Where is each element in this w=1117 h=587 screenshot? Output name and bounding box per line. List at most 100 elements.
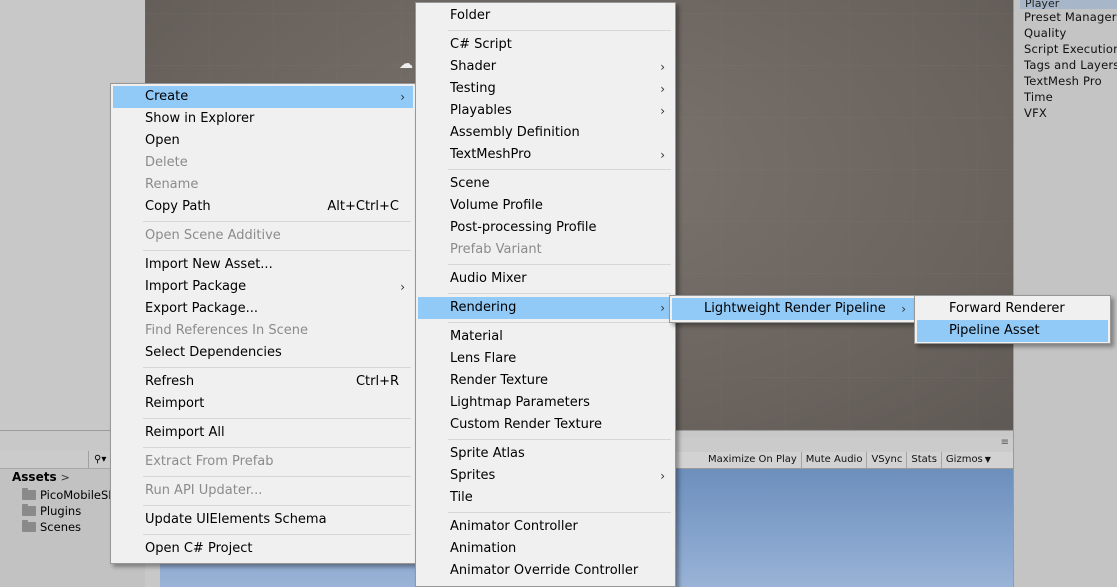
settings-item-player[interactable]: Player xyxy=(1020,0,1117,9)
menu-item-forward-renderer[interactable]: Forward Renderer xyxy=(917,298,1108,320)
menu-separator xyxy=(143,367,411,368)
shortcut-label: Alt+Ctrl+C xyxy=(327,199,399,214)
menu-separator xyxy=(448,30,671,31)
menu-item-update-uielements-schema[interactable]: Update UIElements Schema xyxy=(113,509,413,531)
menu-item-label: Create xyxy=(145,89,189,104)
menu-item-label: TextMeshPro xyxy=(450,147,532,162)
menu-item-rename: Rename xyxy=(145,177,199,192)
menu-item-playables[interactable]: Playables › xyxy=(418,100,673,122)
menu-item-select-dependencies[interactable]: Select Dependencies xyxy=(113,342,413,364)
gizmos-label: Gizmos xyxy=(945,453,983,465)
folder-label: Scenes xyxy=(40,520,82,534)
menu-item-testing[interactable]: Testing › xyxy=(418,78,673,100)
menu-item-run-api-updater: Run API Updater... xyxy=(145,483,263,498)
settings-list: Preset Manager Quality Script Execution … xyxy=(1014,9,1117,121)
menu-item-material[interactable]: Material xyxy=(418,326,673,348)
menu-item-audio-mixer[interactable]: Audio Mixer xyxy=(418,268,673,290)
menu-item-open-scene-additive: Open Scene Additive xyxy=(145,228,281,243)
menu-item-postprocessing-profile[interactable]: Post-processing Profile xyxy=(418,217,673,239)
menu-item-render-texture[interactable]: Render Texture xyxy=(418,370,673,392)
menu-item-import-new-asset[interactable]: Import New Asset... xyxy=(113,254,413,276)
game-view-header: ≡ xyxy=(660,437,1013,452)
menu-item-find-references: Find References In Scene xyxy=(145,323,308,338)
menu-separator xyxy=(448,293,671,294)
menu-item-extract-from-prefab: Extract From Prefab xyxy=(145,454,274,469)
menu-item-lightmap-parameters[interactable]: Lightmap Parameters xyxy=(418,392,673,414)
lwrp-submenu: Forward Renderer Pipeline Asset xyxy=(914,295,1111,344)
chevron-right-icon: › xyxy=(400,280,405,294)
menu-separator xyxy=(448,512,671,513)
menu-item-shader[interactable]: Shader › xyxy=(418,56,673,78)
stats-toggle[interactable]: Stats xyxy=(906,451,941,469)
menu-item-textmeshpro[interactable]: TextMeshPro › xyxy=(418,144,673,166)
rendering-submenu: Lightweight Render Pipeline › xyxy=(669,295,917,323)
menu-item-reimport[interactable]: Reimport xyxy=(113,393,413,415)
folder-icon xyxy=(22,488,36,500)
menu-item-sprite-atlas[interactable]: Sprite Atlas xyxy=(418,443,673,465)
menu-separator xyxy=(143,505,411,506)
menu-item-assembly-definition[interactable]: Assembly Definition xyxy=(418,122,673,144)
menu-item-import-package[interactable]: Import Package › xyxy=(113,276,413,298)
folder-item[interactable]: Scenes xyxy=(22,519,81,535)
menu-item-export-package[interactable]: Export Package... xyxy=(113,298,413,320)
shortcut-label: Ctrl+R xyxy=(355,374,399,389)
menu-item-create[interactable]: Create › xyxy=(113,86,413,108)
menu-separator xyxy=(448,264,671,265)
settings-item[interactable]: Quality xyxy=(1024,25,1117,41)
panel-menu-icon[interactable]: ≡ xyxy=(1001,437,1009,448)
menu-item-prefab-variant: Prefab Variant xyxy=(450,242,542,257)
settings-item[interactable]: Preset Manager xyxy=(1024,9,1117,25)
create-submenu: Folder C# Script Shader › Testing › Play… xyxy=(415,2,676,587)
menu-item-scene[interactable]: Scene xyxy=(418,173,673,195)
menu-item-open[interactable]: Open xyxy=(113,130,413,152)
menu-item-lens-flare[interactable]: Lens Flare xyxy=(418,348,673,370)
menu-item-animator-override-controller[interactable]: Animator Override Controller xyxy=(418,560,673,582)
menu-item-pipeline-asset[interactable]: Pipeline Asset xyxy=(917,320,1108,342)
folder-item[interactable]: Plugins xyxy=(22,503,81,519)
menu-item-refresh[interactable]: Refresh Ctrl+R xyxy=(113,371,413,393)
assets-context-menu: Create › Show in Explorer Open Delete Re… xyxy=(110,83,416,564)
settings-item[interactable]: TextMesh Pro xyxy=(1024,73,1117,89)
folder-icon xyxy=(22,504,36,516)
menu-separator xyxy=(143,447,411,448)
gizmos-dropdown[interactable]: Gizmos ▼ xyxy=(940,451,995,469)
menu-item-animator-controller[interactable]: Animator Controller xyxy=(418,516,673,538)
menu-item-folder[interactable]: Folder xyxy=(418,5,673,27)
menu-separator xyxy=(143,418,411,419)
menu-item-open-csharp-project[interactable]: Open C# Project xyxy=(113,538,413,560)
menu-item-label: Refresh xyxy=(145,374,195,389)
game-toolbar: Maximize On Play Mute Audio VSync Stats … xyxy=(676,451,1013,469)
chevron-right-icon: › xyxy=(660,60,665,74)
assets-breadcrumb[interactable]: Assets > xyxy=(12,470,70,484)
menu-item-sprites[interactable]: Sprites › xyxy=(418,465,673,487)
menu-item-delete: Delete xyxy=(145,155,188,170)
mute-audio-toggle[interactable]: Mute Audio xyxy=(800,451,867,469)
settings-item[interactable]: Script Execution xyxy=(1024,41,1117,57)
menu-separator xyxy=(448,169,671,170)
chevron-right-icon: › xyxy=(660,82,665,96)
menu-item-show-in-explorer[interactable]: Show in Explorer xyxy=(113,108,413,130)
menu-item-volume-profile[interactable]: Volume Profile xyxy=(418,195,673,217)
menu-item-custom-render-texture[interactable]: Custom Render Texture xyxy=(418,414,673,436)
settings-item[interactable]: Time xyxy=(1024,89,1117,105)
menu-item-rendering[interactable]: Rendering › xyxy=(418,297,673,319)
menu-separator xyxy=(143,534,411,535)
settings-item[interactable]: VFX xyxy=(1024,105,1117,121)
chevron-right-icon: › xyxy=(400,90,405,104)
menu-item-copy-path[interactable]: Copy Path Alt+Ctrl+C xyxy=(113,196,413,218)
menu-item-lwrp[interactable]: Lightweight Render Pipeline › xyxy=(672,298,914,320)
vsync-toggle[interactable]: VSync xyxy=(866,451,906,469)
settings-item[interactable]: Tags and Layers xyxy=(1024,57,1117,73)
maximize-on-play-toggle[interactable]: Maximize On Play xyxy=(676,452,801,469)
menu-item-label: Playables xyxy=(450,103,512,118)
menu-item-csharp-script[interactable]: C# Script xyxy=(418,34,673,56)
folder-icon xyxy=(22,520,36,532)
menu-item-tile[interactable]: Tile xyxy=(418,487,673,509)
chevron-right-icon: > xyxy=(60,471,70,484)
menu-item-animation[interactable]: Animation xyxy=(418,538,673,560)
menu-item-reimport-all[interactable]: Reimport All xyxy=(113,422,413,444)
menu-separator xyxy=(448,439,671,440)
caret-down-icon: ▼ xyxy=(984,454,991,464)
scene-gizmo-icon[interactable]: ☁ xyxy=(399,56,413,72)
assets-breadcrumb-label: Assets xyxy=(12,470,57,484)
